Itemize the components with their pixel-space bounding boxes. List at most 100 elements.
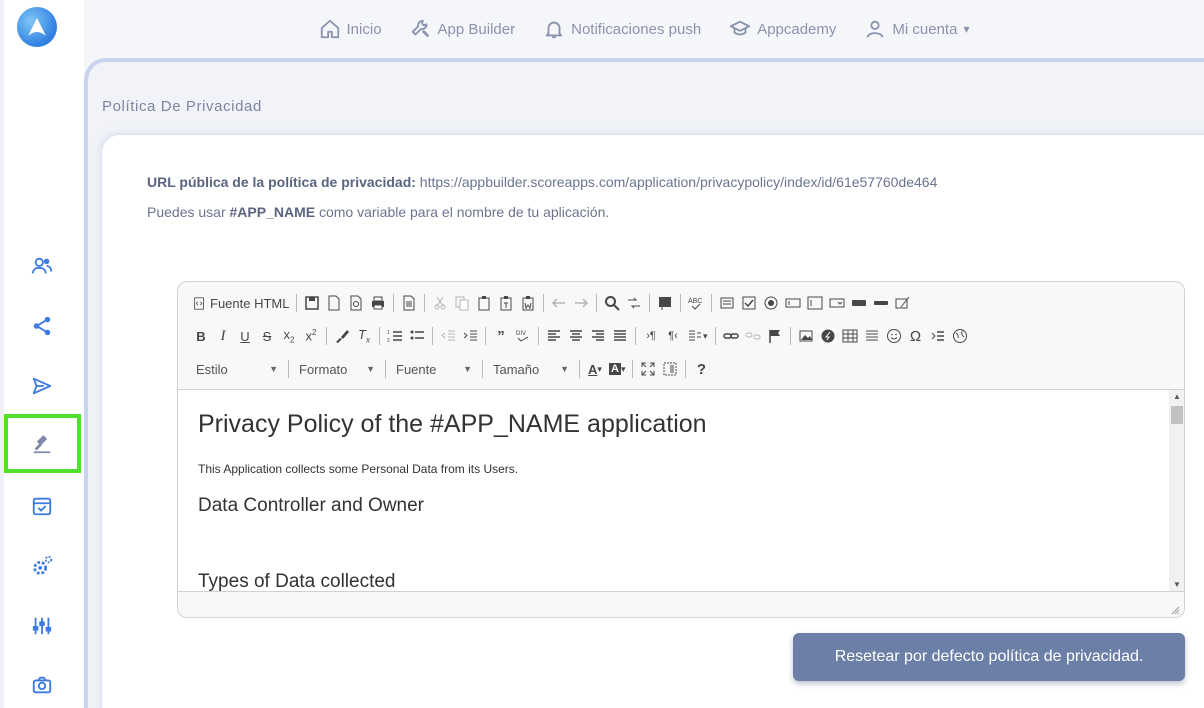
save-button[interactable] [301, 291, 323, 315]
search-icon [605, 296, 621, 311]
select-all-button[interactable] [654, 291, 676, 315]
redo-button[interactable] [570, 291, 592, 315]
reset-policy-button[interactable]: Resetear por defecto política de privaci… [793, 633, 1185, 681]
textfield-button[interactable] [782, 291, 804, 315]
nav-notificaciones[interactable]: Notificaciones push [543, 18, 701, 40]
editor-scrollbar[interactable]: ▲ ▼ [1169, 389, 1184, 591]
spellcheck-button[interactable]: ABC [685, 291, 707, 315]
format-combo[interactable]: Formato ▼ [293, 358, 381, 380]
form-button[interactable] [716, 291, 738, 315]
align-left-button[interactable] [543, 324, 565, 348]
toolbar-separator [680, 294, 682, 312]
editor-status-bar [178, 591, 1184, 617]
paste-word-icon [522, 296, 534, 311]
sidebar-item-sliders[interactable] [24, 608, 60, 644]
paste-text-button[interactable] [495, 291, 517, 315]
sidebar-item-calendar[interactable] [24, 488, 60, 524]
horizontal-rule-button[interactable] [861, 324, 883, 348]
about-button[interactable]: ? [690, 357, 712, 381]
table-button[interactable] [839, 324, 861, 348]
bg-color-button[interactable]: A ▾ [606, 357, 628, 381]
sidebar-item-send[interactable] [24, 368, 60, 404]
scroll-down-icon[interactable]: ▼ [1173, 580, 1181, 589]
copy-icon [455, 296, 469, 311]
undo-button[interactable] [548, 291, 570, 315]
scroll-up-icon[interactable]: ▲ [1173, 392, 1181, 401]
subscript-button[interactable]: x2 [278, 324, 300, 348]
special-char-button[interactable]: Ω [905, 324, 927, 348]
sidebar-item-legal[interactable] [24, 426, 60, 462]
smiley-button[interactable] [883, 324, 905, 348]
blockquote-button[interactable]: ” [490, 324, 512, 348]
font-combo[interactable]: Fuente ▼ [390, 358, 478, 380]
show-blocks-button[interactable] [659, 357, 681, 381]
bullet-list-button[interactable] [406, 324, 428, 348]
sidebar-item-users[interactable] [24, 248, 60, 284]
editor-content-area[interactable]: Privacy Policy of the #APP_NAME applicat… [178, 389, 1169, 591]
copy-format-button[interactable] [331, 324, 353, 348]
cut-button[interactable] [429, 291, 451, 315]
numbered-list-button[interactable]: 12 [384, 324, 406, 348]
iframe-button[interactable] [949, 324, 971, 348]
checkbox-button[interactable] [738, 291, 760, 315]
nav-mi-cuenta[interactable]: Mi cuenta ▾ [864, 18, 969, 40]
source-icon [194, 296, 204, 310]
align-center-button[interactable] [565, 324, 587, 348]
ltr-button[interactable]: ›¶ [640, 324, 662, 348]
rtl-button[interactable]: ¶‹ [662, 324, 684, 348]
language-button[interactable]: ▾ [684, 324, 711, 348]
image-button-field-button[interactable] [870, 291, 892, 315]
anchor-button[interactable] [764, 324, 786, 348]
link-button[interactable] [720, 324, 742, 348]
nav-appcademy[interactable]: Appcademy [729, 18, 836, 40]
maximize-button[interactable] [637, 357, 659, 381]
public-url-value[interactable]: https://appbuilder.scoreapps.com/applica… [416, 174, 938, 190]
paste-button[interactable] [473, 291, 495, 315]
textarea-button[interactable] [804, 291, 826, 315]
italic-button[interactable]: I [212, 324, 234, 348]
select-all-icon [659, 297, 672, 310]
text-color-button[interactable]: A ▾ [584, 357, 606, 381]
radio-button[interactable] [760, 291, 782, 315]
button-field-button[interactable] [848, 291, 870, 315]
chevron-down-icon: ▾ [963, 22, 970, 36]
align-right-button[interactable] [587, 324, 609, 348]
templates-button[interactable] [398, 291, 420, 315]
outdent-button[interactable] [437, 324, 459, 348]
scrollbar-thumb[interactable] [1171, 406, 1183, 424]
undo-icon [552, 298, 566, 308]
nav-app-builder[interactable]: App Builder [410, 18, 515, 40]
remove-format-button[interactable]: Tx [353, 324, 375, 348]
hidden-field-button[interactable] [892, 291, 914, 315]
superscript-button[interactable]: x2 [300, 324, 322, 348]
sidebar-item-settings[interactable] [24, 548, 60, 584]
app-logo[interactable] [17, 7, 57, 47]
nav-inicio[interactable]: Inicio [319, 18, 382, 40]
source-html-button[interactable]: Fuente HTML [190, 291, 292, 315]
image-button[interactable] [795, 324, 817, 348]
preview-button[interactable] [345, 291, 367, 315]
sidebar-item-camera[interactable] [24, 667, 60, 703]
find-button[interactable] [601, 291, 623, 315]
sidebar-item-share[interactable] [24, 308, 60, 344]
indent-button[interactable] [459, 324, 481, 348]
strike-button[interactable]: S [256, 324, 278, 348]
underline-button[interactable]: U [234, 324, 256, 348]
page-break-button[interactable] [927, 324, 949, 348]
paste-word-button[interactable] [517, 291, 539, 315]
align-justify-button[interactable] [609, 324, 631, 348]
size-combo[interactable]: Tamaño ▼ [487, 358, 575, 380]
new-page-button[interactable] [323, 291, 345, 315]
unlink-button[interactable] [742, 324, 764, 348]
flash-button[interactable] [817, 324, 839, 348]
indent-icon [463, 330, 477, 341]
copy-button[interactable] [451, 291, 473, 315]
select-field-button[interactable] [826, 291, 848, 315]
bold-button[interactable]: B [190, 324, 212, 348]
div-container-button[interactable]: DIV [512, 324, 534, 348]
print-button[interactable] [367, 291, 389, 315]
resize-handle-icon[interactable] [1170, 605, 1180, 615]
style-combo[interactable]: Estilo ▼ [190, 358, 284, 380]
checkbox-icon [742, 296, 756, 310]
replace-button[interactable] [623, 291, 645, 315]
